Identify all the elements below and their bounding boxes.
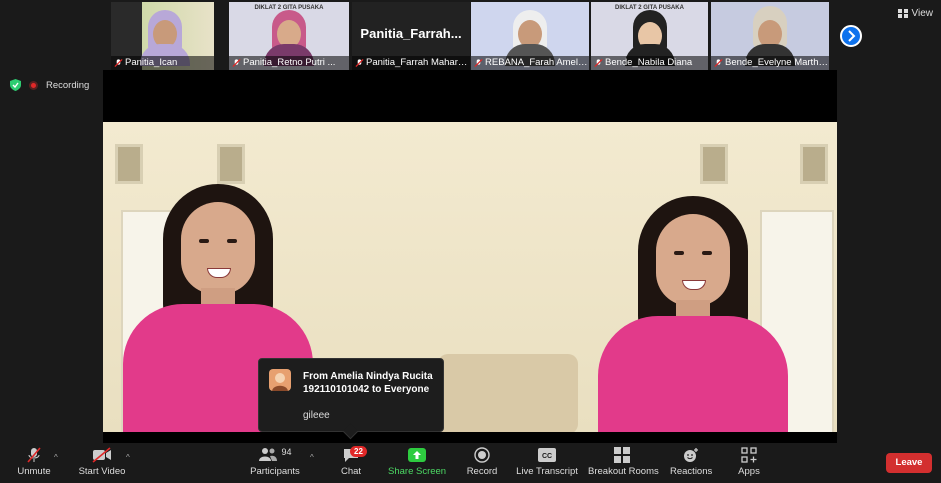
participants-count: 94 <box>281 447 292 457</box>
thumbnail-evelyne[interactable]: Bende_Evelyne Martha... <box>711 2 829 70</box>
chat-label: Chat <box>340 466 362 477</box>
next-page-button[interactable] <box>840 25 862 47</box>
chat-notification-popup[interactable]: From Amelia Nindya Rucita 192110101042 t… <box>258 358 444 440</box>
mic-muted-icon <box>594 58 603 68</box>
meeting-toolbar: Unmute ^ Start Video ^ 94 Participants ^… <box>0 443 941 483</box>
chat-button[interactable]: 22 Chat <box>336 446 367 477</box>
breakout-rooms-button[interactable]: Breakout Rooms <box>588 447 659 477</box>
mic-muted-icon <box>714 58 723 68</box>
chat-unread-badge: 22 <box>350 446 367 457</box>
reactions-label: Reactions <box>670 466 713 477</box>
sofa-decoration <box>438 354 578 432</box>
thumbnail-label: Bende_Evelyne Martha... <box>725 57 829 68</box>
thumbnail-label: Panitia_Farrah Mahara... <box>366 57 470 68</box>
view-label: View <box>911 8 934 19</box>
thumbnail-farah-amelia[interactable]: REBANA_Farah Amelia Da... <box>471 2 589 70</box>
active-speaker-video <box>103 122 837 432</box>
reactions-button[interactable]: Reactions <box>670 447 712 477</box>
chat-message: gileee <box>303 410 330 421</box>
svg-text:CC: CC <box>542 453 552 460</box>
participants-icon <box>259 448 278 461</box>
video-options-caret-icon[interactable]: ^ <box>126 453 130 462</box>
start-video-button[interactable]: Start Video <box>76 447 128 477</box>
share-screen-button[interactable]: Share Screen <box>388 447 446 477</box>
mic-muted-icon <box>114 58 123 68</box>
thumbnail-retno[interactable]: DIKLAT 2 GITA PUSAKA Panitia_Retno Putri… <box>229 2 349 70</box>
share-screen-icon <box>408 448 426 462</box>
grid-icon <box>897 9 908 18</box>
mic-muted-icon <box>27 447 41 463</box>
video-off-icon <box>92 447 111 463</box>
closed-caption-icon: CC <box>538 448 556 462</box>
thumbnail-label: Panitia_Ican <box>125 57 178 68</box>
apps-icon <box>741 447 757 463</box>
view-button[interactable]: View <box>897 8 934 19</box>
start-video-label: Start Video <box>78 466 126 477</box>
avatar <box>269 369 291 391</box>
thumbnail-label: REBANA_Farah Amelia Da... <box>485 57 589 68</box>
live-transcript-button[interactable]: CC Live Transcript <box>515 447 579 477</box>
record-button[interactable]: Record <box>465 447 499 477</box>
live-transcript-label: Live Transcript <box>516 466 578 477</box>
record-icon <box>474 447 490 463</box>
leave-button[interactable]: Leave <box>886 453 932 473</box>
thumbnail-farrah-mahara[interactable]: Panitia_Farrah... Panitia_Farrah Mahara.… <box>352 2 470 70</box>
main-video-stage <box>103 70 837 443</box>
breakout-rooms-icon <box>614 447 630 463</box>
thumbnail-ican[interactable]: Panitia_Ican <box>111 2 214 70</box>
record-label: Record <box>466 466 498 477</box>
apps-button[interactable]: Apps <box>734 447 764 477</box>
participants-button[interactable]: 94 Participants <box>246 447 304 477</box>
mic-muted-icon <box>474 58 483 68</box>
chat-sender: From Amelia Nindya Rucita 192110101042 t… <box>303 371 433 395</box>
audio-options-caret-icon[interactable]: ^ <box>54 453 58 462</box>
breakout-rooms-label: Breakout Rooms <box>588 466 659 477</box>
recording-dot-icon <box>29 80 38 90</box>
unmute-label: Unmute <box>17 466 51 477</box>
thumbnail-label: Bende_Nabila Diana <box>605 57 693 68</box>
thumbnail-label: Panitia_Retno Putri ... <box>243 57 336 68</box>
smiley-plus-icon <box>684 448 698 462</box>
chevron-right-icon <box>848 30 856 42</box>
participants-label: Participants <box>250 466 300 477</box>
share-screen-label: Share Screen <box>388 466 447 477</box>
shield-check-icon[interactable] <box>10 79 21 91</box>
recording-label[interactable]: Recording <box>46 80 89 91</box>
thumbnail-big-name: Panitia_Farrah... <box>360 26 462 41</box>
participants-options-caret-icon[interactable]: ^ <box>310 453 314 462</box>
thumbnail-nabila[interactable]: DIKLAT 2 GITA PUSAKA Bende_Nabila Diana <box>591 2 708 70</box>
status-bar: Recording <box>10 79 89 91</box>
mic-muted-icon <box>355 58 364 68</box>
apps-label: Apps <box>738 466 760 477</box>
mic-muted-icon <box>232 58 241 68</box>
unmute-button[interactable]: Unmute <box>14 447 54 477</box>
